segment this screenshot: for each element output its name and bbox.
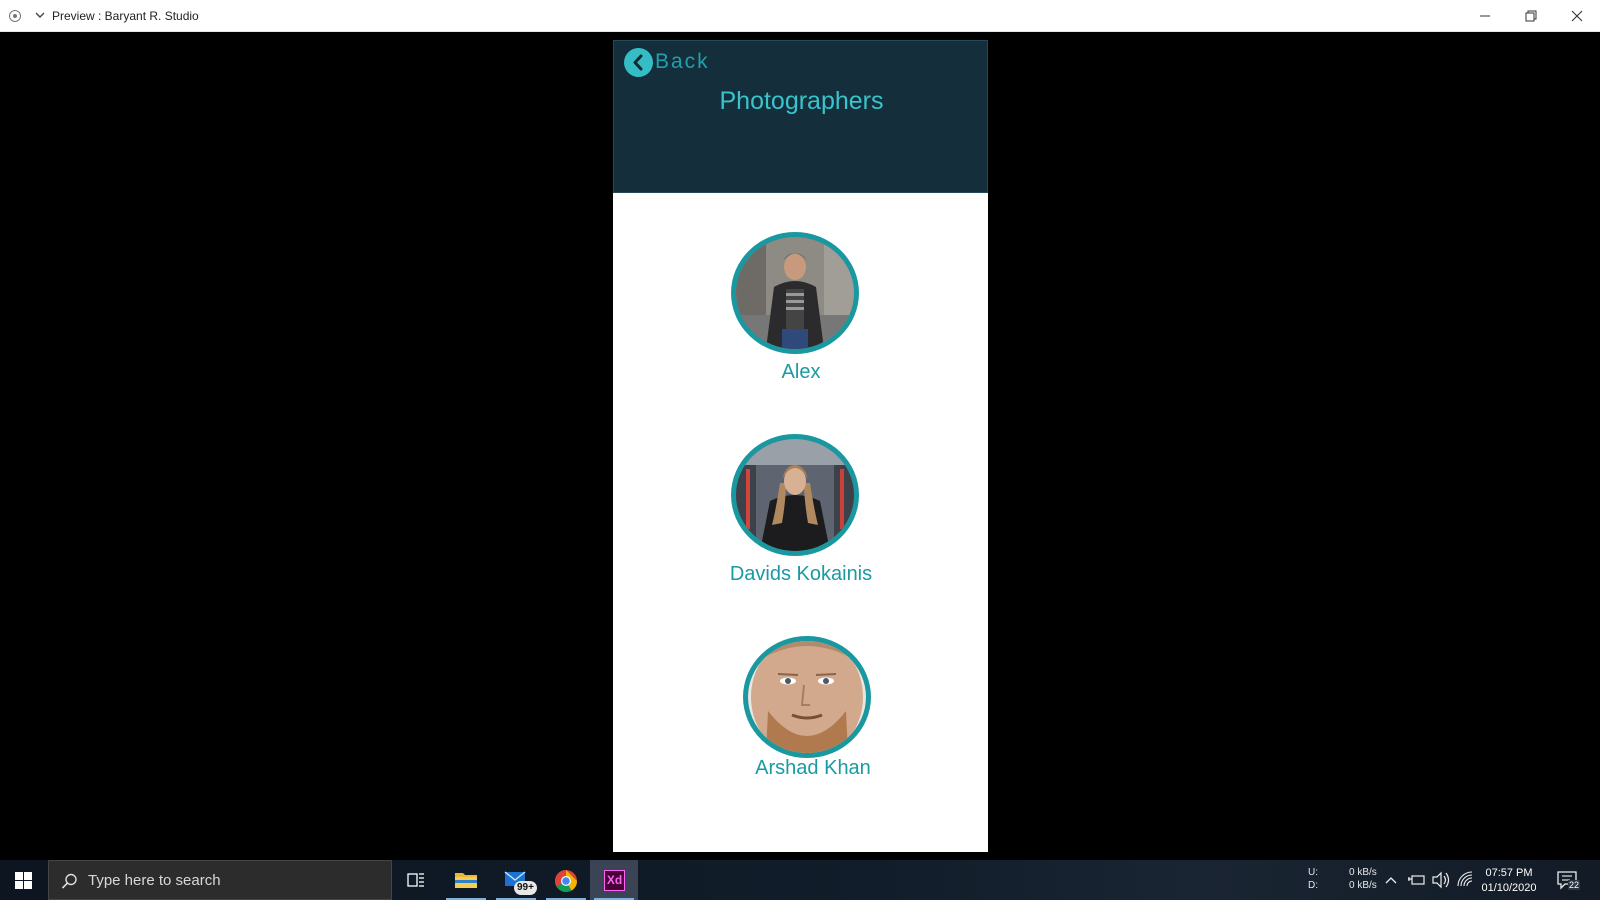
volume-button[interactable]	[1431, 860, 1453, 900]
page-title: Photographers	[719, 87, 884, 115]
window-title-bar: Preview : Baryant R. Studio	[0, 0, 1600, 32]
mail-badge: 99+	[514, 881, 537, 895]
clock-time: 07:57 PM	[1485, 867, 1533, 879]
minimize-button[interactable]	[1462, 0, 1508, 32]
adobe-xd-button[interactable]: Xd	[590, 860, 638, 900]
app-header: Back Photographers	[613, 40, 988, 193]
taskbar: Type here to search 99+ Xd U: D: 0 kB/s …	[0, 860, 1600, 900]
battery-plug-icon	[1408, 875, 1425, 885]
clock[interactable]: 07:57 PM 01/10/2020	[1469, 866, 1549, 896]
chrome-icon	[555, 870, 577, 892]
windows-logo-icon	[15, 872, 32, 889]
speaker-icon	[1432, 871, 1450, 889]
task-view-icon	[407, 873, 424, 887]
avatar[interactable]	[731, 232, 859, 354]
search-icon	[61, 873, 77, 889]
close-button[interactable]	[1554, 0, 1600, 32]
battery-button[interactable]	[1407, 860, 1429, 900]
preview-artboard: Back Photographers Alex Davids Kokainis …	[613, 40, 988, 852]
close-icon	[1571, 10, 1583, 22]
minimize-icon	[1480, 15, 1490, 17]
back-label: Back	[655, 50, 710, 73]
record-icon[interactable]	[9, 10, 21, 22]
show-hidden-icons-button[interactable]	[1384, 860, 1404, 900]
upload-label: U:	[1308, 867, 1318, 878]
clock-date: 01/10/2020	[1481, 882, 1537, 894]
adobe-xd-icon: Xd	[604, 870, 625, 891]
photographer-name[interactable]: Arshad Khan	[703, 757, 923, 780]
chevron-down-icon[interactable]	[33, 7, 47, 23]
download-rate: 0 kB/s	[1349, 880, 1377, 891]
chrome-button[interactable]	[542, 860, 590, 900]
photographer-name[interactable]: Davids Kokainis	[691, 563, 911, 586]
notification-count: 22	[1568, 880, 1581, 890]
upload-rate: 0 kB/s	[1349, 867, 1377, 878]
task-view-button[interactable]	[392, 860, 440, 900]
mail-button[interactable]: 99+	[492, 860, 540, 900]
window-title: Preview : Baryant R. Studio	[52, 9, 199, 23]
back-button[interactable]: Back	[624, 47, 710, 77]
search-placeholder: Type here to search	[88, 872, 221, 889]
restore-button[interactable]	[1508, 0, 1554, 32]
restore-icon	[1525, 10, 1537, 22]
avatar[interactable]	[731, 434, 859, 556]
start-button[interactable]	[0, 860, 48, 900]
download-label: D:	[1308, 880, 1318, 891]
screen: Preview : Baryant R. Studio Back Photogr…	[0, 0, 1600, 900]
folder-icon	[455, 873, 477, 888]
file-explorer-button[interactable]	[442, 860, 490, 900]
back-arrow-icon	[624, 47, 653, 77]
avatar[interactable]	[743, 636, 871, 758]
photographer-name[interactable]: Alex	[691, 361, 911, 384]
taskbar-search[interactable]: Type here to search	[48, 860, 392, 900]
chevron-up-icon	[1385, 877, 1397, 884]
